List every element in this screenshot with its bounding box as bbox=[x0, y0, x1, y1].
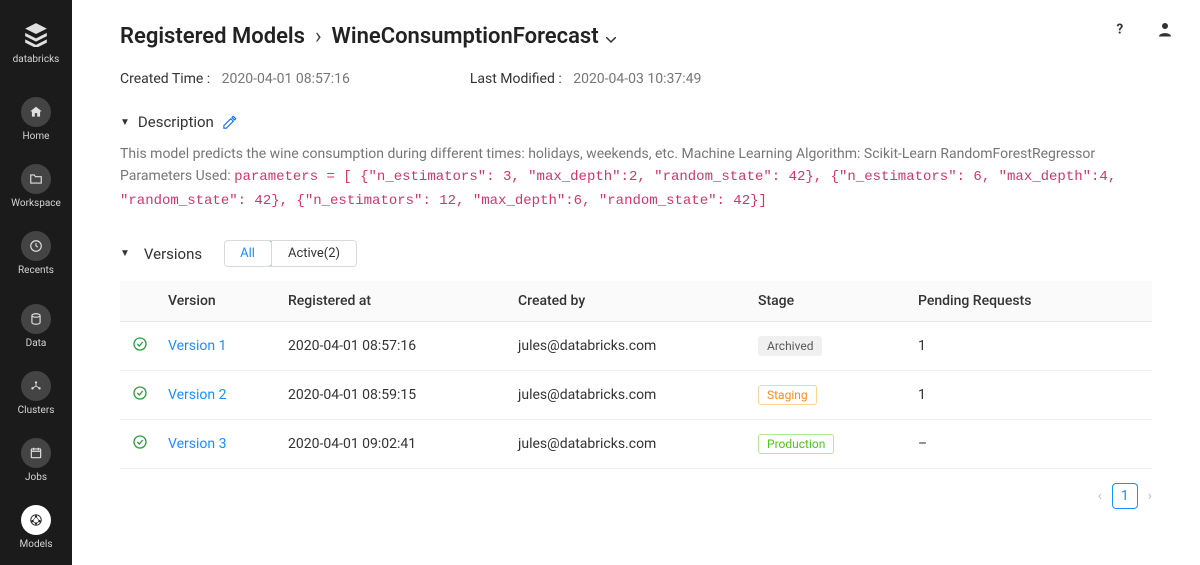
registered-at-value: 2020-04-01 09:02:41 bbox=[280, 420, 510, 469]
models-icon bbox=[21, 505, 51, 535]
sidebar-item-models[interactable]: Models bbox=[6, 499, 66, 560]
pending-value: 1 bbox=[910, 322, 1152, 371]
pagination-page-current[interactable]: 1 bbox=[1112, 483, 1138, 509]
sidebar-item-label: Data bbox=[26, 338, 47, 349]
pending-value: 1 bbox=[910, 371, 1152, 420]
status-ready-icon bbox=[132, 434, 148, 450]
table-row: Version 1 2020-04-01 08:57:16jules@databr… bbox=[120, 322, 1152, 371]
registered-at-value: 2020-04-01 08:57:16 bbox=[280, 322, 510, 371]
status-ready-icon bbox=[132, 336, 148, 352]
status-ready-icon bbox=[132, 385, 148, 401]
home-icon bbox=[21, 97, 51, 127]
sidebar-item-label: Home bbox=[23, 131, 50, 142]
created-time: Created Time : 2020-04-01 08:57:16 bbox=[120, 71, 350, 87]
description-body: This model predicts the wine consumption… bbox=[120, 143, 1152, 212]
version-link[interactable]: Version 2 bbox=[168, 387, 226, 403]
col-pending[interactable]: Pending Requests bbox=[910, 281, 1152, 322]
versions-header: ▼ Versions All Active(2) bbox=[120, 240, 1152, 267]
pagination-prev[interactable]: ‹ bbox=[1098, 488, 1102, 504]
cluster-icon bbox=[21, 371, 51, 401]
tab-active[interactable]: Active(2) bbox=[271, 241, 356, 266]
breadcrumb-separator: › bbox=[315, 24, 322, 49]
pagination: ‹ 1 › bbox=[120, 483, 1152, 509]
clock-icon bbox=[21, 231, 51, 261]
svg-text:?: ? bbox=[1117, 22, 1124, 38]
stage-badge: Staging bbox=[758, 385, 817, 405]
sidebar-item-label: Workspace bbox=[11, 198, 61, 209]
sidebar-item-workspace[interactable]: Workspace bbox=[6, 158, 66, 219]
created-by-value: jules@databricks.com bbox=[510, 371, 750, 420]
stage-badge: Production bbox=[758, 434, 834, 454]
sidebar: databricks Home Workspace Recents bbox=[0, 0, 72, 565]
breadcrumb-current: WineConsumptionForecast bbox=[332, 24, 599, 49]
registered-at-value: 2020-04-01 08:59:15 bbox=[280, 371, 510, 420]
sidebar-brand[interactable]: databricks bbox=[6, 12, 66, 75]
sidebar-item-home[interactable]: Home bbox=[6, 91, 66, 152]
created-time-value: 2020-04-01 08:57:16 bbox=[222, 71, 350, 87]
help-icon[interactable]: ? bbox=[1112, 20, 1130, 38]
col-registered-at[interactable]: Registered at bbox=[280, 281, 510, 322]
table-row: Version 2 2020-04-01 08:59:15jules@databr… bbox=[120, 371, 1152, 420]
created-time-label: Created Time : bbox=[120, 71, 210, 87]
versions-tabset: All Active(2) bbox=[224, 240, 357, 267]
description-heading: Description bbox=[138, 113, 214, 131]
metadata-row: Created Time : 2020-04-01 08:57:16 Last … bbox=[120, 71, 1152, 87]
chevron-down-icon bbox=[606, 24, 616, 49]
sidebar-item-clusters[interactable]: Clusters bbox=[6, 365, 66, 426]
versions-table: Version Registered at Created by Stage P… bbox=[120, 281, 1152, 469]
sidebar-item-label: Jobs bbox=[25, 472, 47, 483]
breadcrumb-root[interactable]: Registered Models bbox=[120, 24, 305, 49]
pagination-next[interactable]: › bbox=[1148, 488, 1152, 504]
sidebar-item-recents[interactable]: Recents bbox=[6, 225, 66, 286]
last-modified-value: 2020-04-03 10:37:49 bbox=[573, 71, 701, 87]
col-version[interactable]: Version bbox=[160, 281, 280, 322]
description-code: parameters = [ {"n_estimators": 3, "max_… bbox=[120, 169, 1116, 208]
description-header: ▼ Description bbox=[120, 113, 1152, 131]
sidebar-item-jobs[interactable]: Jobs bbox=[6, 432, 66, 493]
breadcrumb: Registered Models › WineConsumptionForec… bbox=[120, 24, 1152, 49]
tab-all[interactable]: All bbox=[224, 240, 272, 267]
sidebar-item-label: Recents bbox=[18, 265, 54, 276]
top-icons: ? bbox=[1112, 20, 1174, 38]
sidebar-item-label: Clusters bbox=[18, 405, 55, 416]
sidebar-item-data[interactable]: Data bbox=[6, 298, 66, 359]
sidebar-brand-label: databricks bbox=[13, 54, 60, 65]
collapse-toggle-icon[interactable]: ▼ bbox=[120, 248, 130, 259]
created-by-value: jules@databricks.com bbox=[510, 420, 750, 469]
main-content: ? Registered Models › WineConsumptionFor… bbox=[72, 0, 1200, 565]
breadcrumb-current-wrap[interactable]: WineConsumptionForecast bbox=[332, 24, 617, 49]
folder-icon bbox=[21, 164, 51, 194]
versions-heading: Versions bbox=[144, 245, 202, 263]
user-icon[interactable] bbox=[1156, 20, 1174, 38]
table-row: Version 3 2020-04-01 09:02:41jules@databr… bbox=[120, 420, 1152, 469]
table-header-row: Version Registered at Created by Stage P… bbox=[120, 281, 1152, 322]
stage-badge: Archived bbox=[758, 336, 822, 356]
col-created-by[interactable]: Created by bbox=[510, 281, 750, 322]
database-icon bbox=[21, 304, 51, 334]
last-modified-label: Last Modified : bbox=[470, 71, 562, 87]
edit-icon[interactable] bbox=[222, 115, 237, 130]
created-by-value: jules@databricks.com bbox=[510, 322, 750, 371]
calendar-icon bbox=[21, 438, 51, 468]
last-modified: Last Modified : 2020-04-03 10:37:49 bbox=[470, 71, 702, 87]
col-stage[interactable]: Stage bbox=[750, 281, 910, 322]
version-link[interactable]: Version 1 bbox=[168, 338, 226, 354]
sidebar-item-label: Models bbox=[20, 539, 53, 550]
collapse-toggle-icon[interactable]: ▼ bbox=[120, 117, 130, 128]
pending-value: – bbox=[910, 420, 1152, 469]
version-link[interactable]: Version 3 bbox=[168, 436, 226, 452]
databricks-logo-icon bbox=[20, 18, 52, 50]
